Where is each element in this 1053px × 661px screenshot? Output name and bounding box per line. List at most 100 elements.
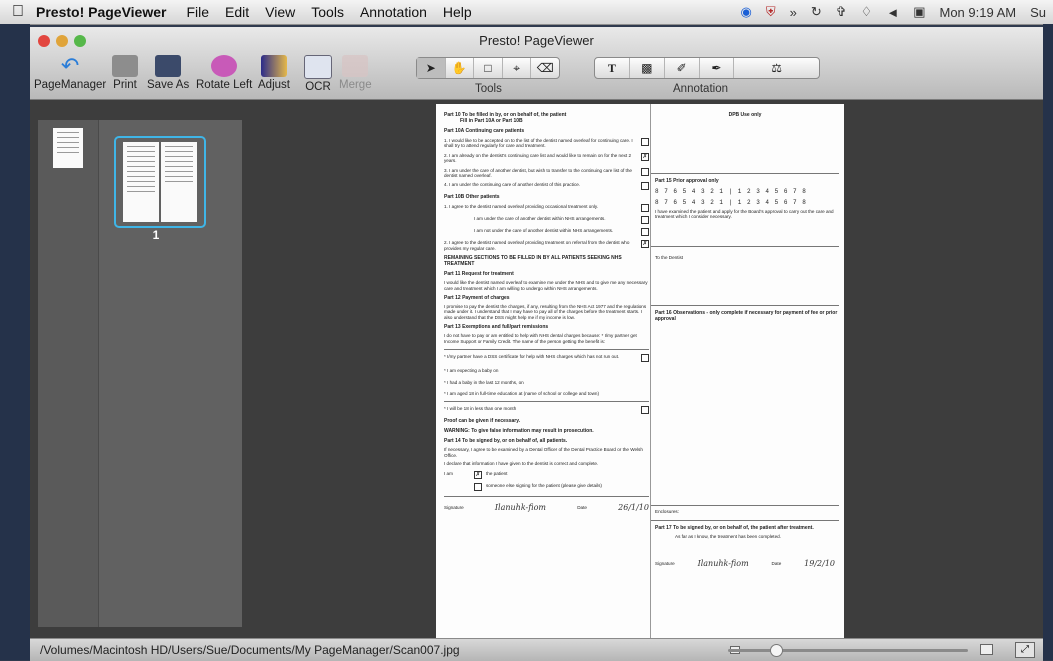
shield-icon[interactable]: ⛨ <box>766 4 776 20</box>
menu-annotation[interactable]: Annotation <box>360 4 427 20</box>
zoom-slider[interactable] <box>728 649 968 652</box>
annotation-segment: T ▩ ✐ ✒ ⚖ <box>594 57 820 79</box>
window-titlebar: Presto! PageViewer ↶ PageManager Print S… <box>30 27 1043 100</box>
proof-note: Proof can be given if necessary. <box>444 418 649 424</box>
checkbox[interactable] <box>641 406 649 414</box>
page-sidebar: 1 <box>38 120 242 627</box>
pen-tool-icon[interactable]: ✐ <box>665 58 700 78</box>
time-machine-icon[interactable]: ↻ <box>811 4 822 20</box>
highlight-tool-icon[interactable]: ▩ <box>630 58 665 78</box>
checkbox[interactable] <box>641 204 649 212</box>
part14-text: If necessary, I agree to be examined by … <box>444 447 649 458</box>
part10b-heading: Part 10B Other patients <box>444 194 649 200</box>
rotate-left-button[interactable]: Rotate Left <box>196 55 252 91</box>
rotate-left-label: Rotate Left <box>196 79 252 91</box>
pagemanager-button[interactable]: ↶ PageManager <box>34 55 106 91</box>
stamp-tool-icon[interactable]: ⚖ <box>734 58 819 78</box>
merge-label: Merge <box>339 79 372 91</box>
bluetooth-icon[interactable]: ✞ <box>836 4 847 20</box>
signature-label: Signature <box>444 505 464 510</box>
iam-row: I am ✗ the patient <box>444 471 649 479</box>
network-icon[interactable]: ◉ <box>741 4 752 20</box>
print-label: Print <box>113 79 137 91</box>
thumbnail-strip <box>38 120 99 627</box>
eraser-tool-icon[interactable]: ⌫ <box>531 58 559 78</box>
option-text: 2. I agree to the dentist named overleaf… <box>444 240 637 251</box>
checkbox[interactable] <box>474 483 482 491</box>
menu-clock[interactable]: Mon 9:19 AM <box>939 5 1016 20</box>
patient-signature: Ilanuhk-fiom <box>495 505 546 510</box>
part10a-option-2: 2. I am already on the dentist's continu… <box>444 153 649 164</box>
pointer-tool-icon[interactable]: ➤ <box>417 58 446 78</box>
file-path: /Volumes/Macintosh HD/Users/Sue/Document… <box>40 643 460 657</box>
menu-help[interactable]: Help <box>443 4 472 20</box>
option-text: 4. I am under the continuing care of ano… <box>444 182 580 187</box>
menu-edit[interactable]: Edit <box>225 4 249 20</box>
someone-option: someone else signing for the patient (pl… <box>486 483 602 488</box>
hand-tool-icon[interactable]: ✋ <box>446 58 475 78</box>
option-text: I am under the care of another dentist w… <box>474 216 606 221</box>
checkbox[interactable] <box>641 354 649 362</box>
menu-user[interactable]: Su <box>1030 5 1046 20</box>
document-page: Part 10 To be filled in by, or on behalf… <box>436 104 844 641</box>
option-text: * I will be 18 in less than one month <box>444 406 516 411</box>
menu-file[interactable]: File <box>186 4 209 20</box>
checkbox[interactable] <box>641 182 649 190</box>
exemption-5: * I will be 18 in less than one month <box>444 406 649 414</box>
part10b-option-1a: I am under the care of another dentist w… <box>444 216 649 224</box>
menu-tools[interactable]: Tools <box>311 4 344 20</box>
exemption-4: * I am aged 18 in full-time education at… <box>444 391 649 396</box>
page-thumbnail-selected[interactable] <box>114 136 206 228</box>
page-thumbnail-small[interactable] <box>53 128 83 168</box>
form-rule <box>444 496 649 497</box>
save-as-button[interactable]: Save As <box>147 55 189 91</box>
checkbox-checked[interactable]: ✗ <box>641 240 649 248</box>
desktop-background-right <box>1043 24 1053 660</box>
form-rule <box>444 401 649 402</box>
wifi-icon[interactable]: ♢ <box>861 4 873 20</box>
someone-row: someone else signing for the patient (pl… <box>444 483 649 491</box>
select-rect-tool-icon[interactable]: □ <box>474 58 503 78</box>
form-rule <box>444 349 649 350</box>
fit-window-button[interactable]: ⤢ <box>1015 642 1035 658</box>
marker-tool-icon[interactable]: ✒ <box>700 58 735 78</box>
text-tool-icon[interactable]: T <box>595 58 630 78</box>
checkbox[interactable] <box>641 168 649 176</box>
crop-tool-icon[interactable]: ⌖ <box>503 58 532 78</box>
window-title: Presto! PageViewer <box>30 33 1043 48</box>
document-view[interactable]: Part 10 To be filled in by, or on behalf… <box>242 100 1043 638</box>
adjust-label: Adjust <box>258 79 290 91</box>
document-left-column: Part 10 To be filled in by, or on behalf… <box>444 104 649 641</box>
print-button[interactable]: Print <box>112 55 138 91</box>
adjust-button[interactable]: Adjust <box>258 55 290 91</box>
observations-area <box>651 322 839 500</box>
option-text: I am not under the care of another denti… <box>474 228 613 233</box>
checkbox[interactable] <box>641 216 649 224</box>
patient-signature-2: Ilanuhk-fiom <box>698 561 749 566</box>
save-as-label: Save As <box>147 79 189 91</box>
option-text: 1. I agree to the dentist named overleaf… <box>444 204 598 209</box>
fast-forward-icon[interactable]: » <box>790 5 797 20</box>
floppy-disk-icon <box>155 55 181 77</box>
apple-logo-icon[interactable]:  <box>0 3 36 21</box>
checkbox-checked[interactable]: ✗ <box>474 471 482 479</box>
ocr-icon <box>304 55 332 79</box>
zoom-in-icon[interactable] <box>980 644 993 655</box>
ocr-button[interactable]: OCR <box>304 55 332 93</box>
checkbox[interactable] <box>641 138 649 146</box>
option-text: * I/my partner have a DSS certificate fo… <box>444 354 619 359</box>
checkbox[interactable] <box>641 228 649 236</box>
menu-app-name[interactable]: Presto! PageViewer <box>36 4 166 20</box>
part10-sub: Fill in Part 10A or Part 10B <box>444 118 649 124</box>
zoom-slider-knob[interactable] <box>770 644 783 657</box>
merge-pdf-icon <box>342 55 368 77</box>
tools-group-label: Tools <box>475 83 502 95</box>
form-rule <box>651 505 839 506</box>
checkbox-checked[interactable]: ✗ <box>641 153 649 161</box>
menu-view[interactable]: View <box>265 4 295 20</box>
battery-icon[interactable]: ▣ <box>913 4 925 20</box>
volume-icon[interactable]: ◄ <box>886 5 899 20</box>
part14-heading: Part 14 To be signed by, or on behalf of… <box>444 438 649 444</box>
status-bar: /Volumes/Macintosh HD/Users/Sue/Document… <box>30 638 1043 661</box>
merge-button[interactable]: Merge <box>339 55 372 91</box>
